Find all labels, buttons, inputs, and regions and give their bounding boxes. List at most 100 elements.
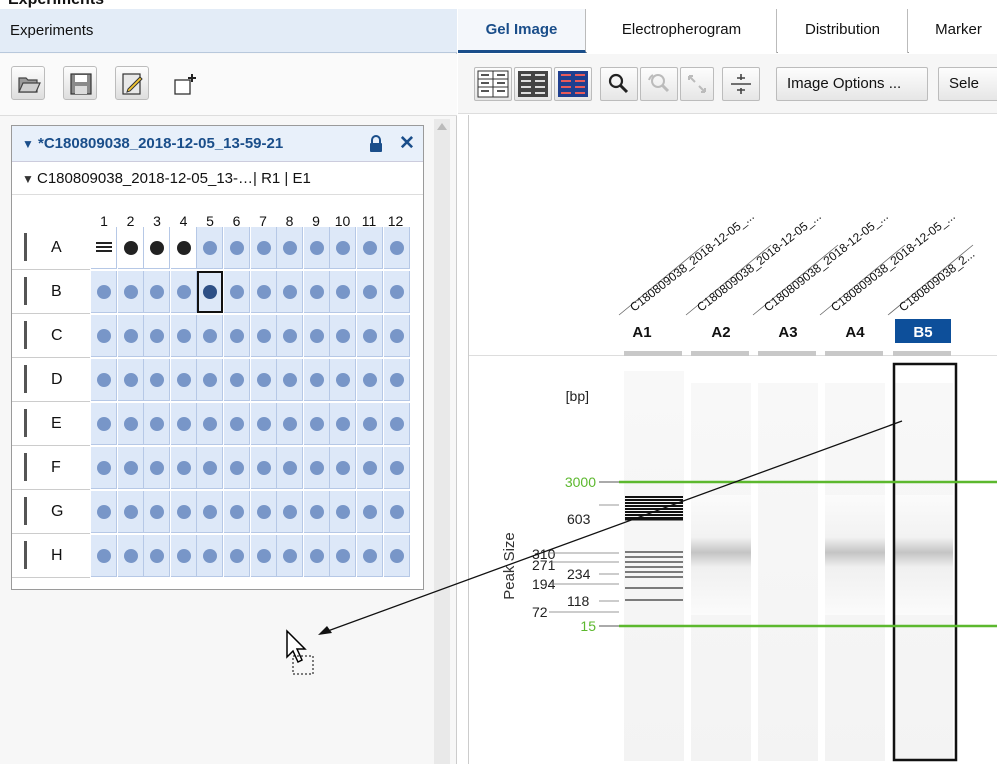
view-mode-2-icon[interactable]: [514, 67, 552, 101]
well-G12[interactable]: [383, 491, 410, 533]
well-D2[interactable]: [117, 359, 144, 401]
tab-electropherogram[interactable]: Electropherogram: [587, 9, 777, 53]
well-C10[interactable]: [330, 315, 357, 357]
close-icon[interactable]: ✕: [399, 132, 415, 155]
tab-marker[interactable]: Marker: [909, 9, 997, 53]
well-D9[interactable]: [303, 359, 330, 401]
well-B11[interactable]: [357, 271, 383, 313]
well-F7[interactable]: [250, 447, 277, 489]
well-C2[interactable]: [117, 315, 144, 357]
well-G6[interactable]: [224, 491, 250, 533]
well-A3[interactable]: [144, 227, 171, 269]
well-C4[interactable]: [170, 315, 197, 357]
well-G4[interactable]: [170, 491, 197, 533]
save-icon[interactable]: [63, 66, 97, 100]
well-E1[interactable]: [91, 403, 117, 445]
well-A7[interactable]: [250, 227, 277, 269]
well-A1[interactable]: [91, 227, 117, 269]
well-A12[interactable]: [383, 227, 410, 269]
well-A5[interactable]: [197, 227, 224, 269]
well-E10[interactable]: [330, 403, 357, 445]
well-A8[interactable]: [277, 227, 304, 269]
new-item-icon[interactable]: [167, 66, 201, 100]
collapse-icon[interactable]: ▼: [22, 172, 34, 186]
edit-icon[interactable]: [115, 66, 149, 100]
well-A11[interactable]: [357, 227, 383, 269]
run-row[interactable]: ▼ C180809038_2018-12-05_13-…| R1 | E1: [12, 163, 423, 195]
well-C3[interactable]: [144, 315, 171, 357]
fit-icon[interactable]: [680, 67, 714, 101]
well-A9[interactable]: [303, 227, 330, 269]
well-E4[interactable]: [170, 403, 197, 445]
well-F10[interactable]: [330, 447, 357, 489]
well-C11[interactable]: [357, 315, 383, 357]
well-E2[interactable]: [117, 403, 144, 445]
well-D10[interactable]: [330, 359, 357, 401]
zoom-reset-icon[interactable]: [640, 67, 678, 101]
well-D3[interactable]: [144, 359, 171, 401]
well-B4[interactable]: [170, 271, 197, 313]
image-options-button[interactable]: Image Options ...: [776, 67, 928, 101]
well-G7[interactable]: [250, 491, 277, 533]
well-H9[interactable]: [303, 535, 330, 577]
well-F4[interactable]: [170, 447, 197, 489]
row-label[interactable]: B: [12, 271, 90, 314]
well-F9[interactable]: [303, 447, 330, 489]
align-icon[interactable]: [722, 67, 760, 101]
well-D4[interactable]: [170, 359, 197, 401]
well-H3[interactable]: [144, 535, 171, 577]
well-E12[interactable]: [383, 403, 410, 445]
well-F8[interactable]: [277, 447, 304, 489]
well-B2[interactable]: [117, 271, 144, 313]
well-H2[interactable]: [117, 535, 144, 577]
well-H4[interactable]: [170, 535, 197, 577]
well-C8[interactable]: [277, 315, 304, 357]
well-C7[interactable]: [250, 315, 277, 357]
well-A6[interactable]: [224, 227, 250, 269]
row-label[interactable]: D: [12, 359, 90, 402]
select-button[interactable]: Sele: [938, 67, 997, 101]
tab-distribution[interactable]: Distribution: [778, 9, 908, 53]
well-C5[interactable]: [197, 315, 224, 357]
well-F12[interactable]: [383, 447, 410, 489]
well-H5[interactable]: [197, 535, 224, 577]
gel-view[interactable]: C180809038_2018-12-05_... A1 C180809038_20…: [468, 115, 997, 764]
row-label[interactable]: C: [12, 315, 90, 358]
well-F6[interactable]: [224, 447, 250, 489]
well-D1[interactable]: [91, 359, 117, 401]
well-E6[interactable]: [224, 403, 250, 445]
well-F2[interactable]: [117, 447, 144, 489]
row-label[interactable]: G: [12, 491, 90, 534]
well-F1[interactable]: [91, 447, 117, 489]
well-G1[interactable]: [91, 491, 117, 533]
tab-gel-image[interactable]: Gel Image: [458, 9, 586, 53]
well-G10[interactable]: [330, 491, 357, 533]
row-label[interactable]: A: [12, 227, 90, 270]
well-A2[interactable]: [117, 227, 144, 269]
view-mode-3-icon[interactable]: [554, 67, 592, 101]
well-F11[interactable]: [357, 447, 383, 489]
well-A10[interactable]: [330, 227, 357, 269]
well-D8[interactable]: [277, 359, 304, 401]
well-E8[interactable]: [277, 403, 304, 445]
experiment-title-bar[interactable]: ▼ *C180809038_2018-12-05_13-59-21 ✕: [12, 126, 423, 162]
row-label[interactable]: E: [12, 403, 90, 446]
well-H12[interactable]: [383, 535, 410, 577]
well-C12[interactable]: [383, 315, 410, 357]
well-G8[interactable]: [277, 491, 304, 533]
well-F3[interactable]: [144, 447, 171, 489]
well-C6[interactable]: [224, 315, 250, 357]
well-C9[interactable]: [303, 315, 330, 357]
well-G9[interactable]: [303, 491, 330, 533]
well-E11[interactable]: [357, 403, 383, 445]
well-D7[interactable]: [250, 359, 277, 401]
well-B7[interactable]: [250, 271, 277, 313]
well-G5[interactable]: [197, 491, 224, 533]
well-D6[interactable]: [224, 359, 250, 401]
well-E3[interactable]: [144, 403, 171, 445]
well-H8[interactable]: [277, 535, 304, 577]
well-D5[interactable]: [197, 359, 224, 401]
well-H11[interactable]: [357, 535, 383, 577]
well-H10[interactable]: [330, 535, 357, 577]
zoom-icon[interactable]: [600, 67, 638, 101]
